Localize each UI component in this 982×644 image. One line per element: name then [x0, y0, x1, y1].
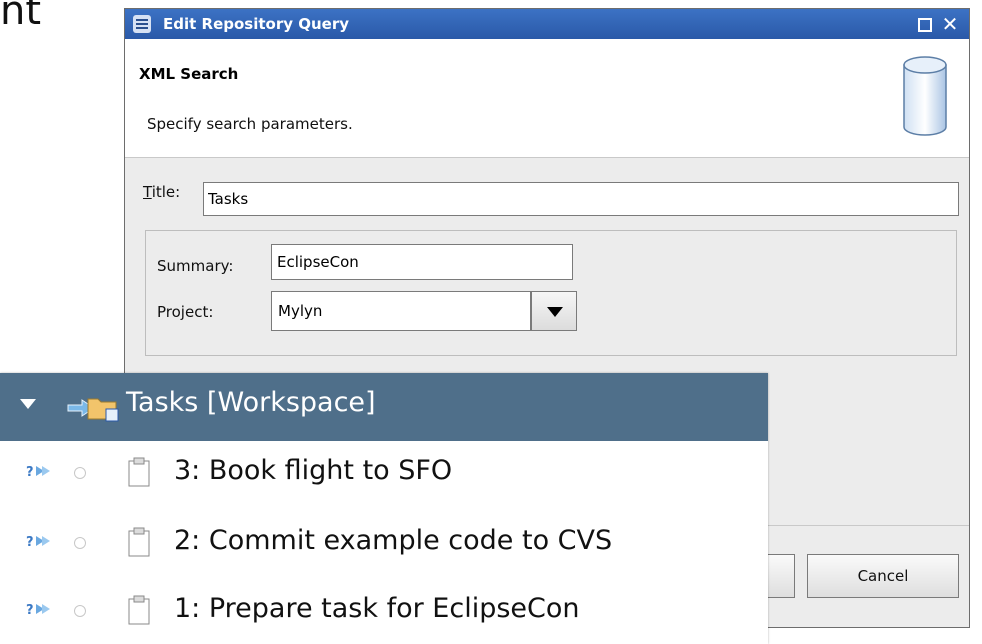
summary-input[interactable]: EclipseCon: [271, 244, 573, 280]
svg-text:?: ?: [26, 535, 34, 550]
task-icon: [128, 527, 150, 557]
incoming-change-icon: ?: [26, 535, 50, 550]
dialog-header: XML Search Specify search parameters.: [125, 39, 969, 158]
summary-label: Summary:: [157, 257, 234, 275]
task-status-icon[interactable]: [74, 537, 86, 549]
title-label: Title:: [143, 183, 180, 201]
task-label: 1: Prepare task for EclipseCon: [174, 593, 580, 624]
expand-arrow-icon[interactable]: [20, 399, 36, 409]
task-icon: [128, 457, 150, 487]
cancel-button[interactable]: Cancel: [807, 554, 959, 598]
header-title: XML Search: [139, 65, 239, 83]
task-row[interactable]: ? 2: Commit example code to CVS: [0, 515, 768, 571]
task-icon: [128, 595, 150, 625]
title-label-mnemonic: T: [143, 183, 152, 201]
title-input[interactable]: [203, 182, 959, 216]
svg-text:?: ?: [26, 603, 34, 618]
task-label: 3: Book flight to SFO: [174, 455, 453, 486]
dialog-title: Edit Repository Query: [163, 15, 350, 33]
incoming-change-icon: ?: [26, 465, 50, 480]
maximize-button[interactable]: [913, 14, 935, 34]
task-category-label: Tasks [Workspace]: [126, 387, 376, 418]
title-label-text: itle:: [151, 183, 181, 201]
close-button[interactable]: ✕: [939, 14, 961, 34]
task-list-view: Tasks [Workspace] ? 3: Book flight to SF…: [0, 373, 768, 644]
eclipse-window-icon[interactable]: [133, 15, 151, 33]
project-label: Project:: [157, 303, 214, 321]
database-icon: [903, 56, 947, 136]
task-status-icon[interactable]: [74, 605, 86, 617]
svg-text:?: ?: [26, 465, 34, 480]
project-dropdown-button[interactable]: [531, 291, 577, 331]
header-description: Specify search parameters.: [147, 115, 353, 133]
project-select[interactable]: Mylyn: [271, 291, 531, 331]
task-row[interactable]: ? 3: Book flight to SFO: [0, 445, 768, 501]
task-category-icon: [67, 398, 119, 422]
task-status-icon[interactable]: [74, 467, 86, 479]
background-text-fragment: nt: [0, 0, 42, 34]
task-label: 2: Commit example code to CVS: [174, 525, 613, 556]
dialog-titlebar[interactable]: Edit Repository Query ✕: [125, 9, 969, 39]
task-category-header[interactable]: Tasks [Workspace]: [0, 373, 768, 441]
task-row[interactable]: ? 1: Prepare task for EclipseCon: [0, 583, 768, 639]
incoming-change-icon: ?: [26, 603, 50, 618]
